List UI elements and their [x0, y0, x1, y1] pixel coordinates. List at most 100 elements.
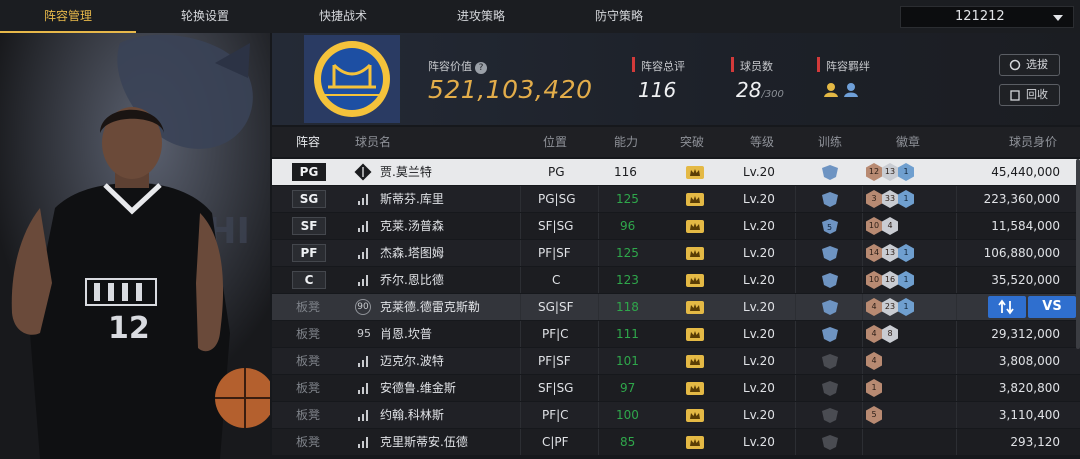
- player-name: 肖恩.坎普: [380, 327, 432, 341]
- top-tab-bar: 阵容管理 轮换设置 快捷战术 进攻策略 防守策略 121212: [0, 0, 1080, 33]
- player-ability: 96: [620, 219, 636, 233]
- col-position[interactable]: 位置: [543, 127, 567, 157]
- player-name: 约翰.科林斯: [380, 408, 444, 422]
- player-table: PG 贾.莫兰特 PG 116 Lv.20 12 13 1 45,440,000…: [272, 159, 1080, 459]
- table-row[interactable]: SF 克莱.汤普森 SF|SG 96 Lv.20 5 10 4 11,584,0…: [272, 213, 1080, 239]
- recycle-icon: [1010, 90, 1020, 101]
- player-ability: 85: [620, 435, 636, 449]
- bond-icons[interactable]: [823, 81, 865, 99]
- tab-offense-strategy[interactable]: 进攻策略: [412, 0, 550, 33]
- signal-icon: [358, 383, 368, 394]
- badge-legend: 1: [898, 298, 914, 316]
- badge-silver: 4: [882, 217, 898, 235]
- table-row[interactable]: PG 贾.莫兰特 PG 116 Lv.20 12 13 1 45,440,000: [272, 159, 1080, 185]
- slot-label: 板凳: [296, 327, 321, 341]
- player-name: 乔尔.恩比德: [380, 273, 444, 287]
- tab-lineup-management[interactable]: 阵容管理: [0, 0, 136, 33]
- player-level: Lv.20: [743, 165, 775, 179]
- player-level: Lv.20: [743, 381, 775, 395]
- badge-legend: 1: [898, 271, 914, 289]
- crown-icon: [686, 193, 704, 206]
- badge-bronze: 14: [866, 244, 882, 262]
- player-ability: 125: [616, 246, 639, 260]
- col-name[interactable]: 球员名: [355, 127, 391, 157]
- training-shield-icon: [822, 273, 838, 288]
- badge-bronze: 10: [866, 271, 882, 289]
- table-row[interactable]: 板凳 克里斯蒂安.伍德 C|PF 85 Lv.20 293,120: [272, 429, 1080, 455]
- badge-silver: 33: [882, 190, 898, 208]
- crown-icon: [686, 382, 704, 395]
- col-level[interactable]: 等级: [750, 127, 774, 157]
- jersey-num: 95: [357, 327, 371, 340]
- player-position: PG|SG: [538, 192, 576, 206]
- player-count: 28/300: [736, 78, 784, 102]
- player-position: SG|SF: [538, 300, 574, 314]
- crown-icon: [686, 274, 704, 287]
- crown-icon: [686, 166, 704, 179]
- training-shield-icon: [822, 246, 838, 261]
- team-select-dropdown[interactable]: 121212: [900, 6, 1074, 28]
- table-header: 阵容 球员名 位置 能力 突破 等级 训练 徽章 球员身价: [272, 127, 1080, 157]
- col-breakthrough[interactable]: 突破: [680, 127, 704, 157]
- col-training[interactable]: 训练: [818, 127, 842, 157]
- crown-icon: [686, 409, 704, 422]
- badge-legend: 1: [898, 244, 914, 262]
- slot-label: 板凳: [296, 381, 321, 395]
- tab-defense-strategy[interactable]: 防守策略: [550, 0, 688, 33]
- table-row[interactable]: 板凳 90 克莱德.德雷克斯勒 SG|SF 118 Lv.20 4 23 1 V…: [272, 294, 1080, 320]
- slot-label: 板凳: [296, 354, 321, 368]
- slot-badge: SG: [292, 190, 326, 208]
- table-row[interactable]: 板凳 约翰.科林斯 PF|C 100 Lv.20 5 3,110,400: [272, 402, 1080, 428]
- stat-marker: [731, 57, 734, 72]
- table-scrollbar[interactable]: [1076, 159, 1080, 349]
- crown-icon: [686, 301, 704, 314]
- swap-button[interactable]: [988, 296, 1026, 318]
- table-row[interactable]: SG 斯蒂芬.库里 PG|SG 125 Lv.20 3 33 1 223,360…: [272, 186, 1080, 212]
- badge-bronze: 5: [866, 406, 882, 424]
- recycle-button[interactable]: 回收: [999, 84, 1060, 106]
- badge-bronze: 4: [866, 298, 882, 316]
- player-portrait-art: PHI 12: [0, 33, 270, 459]
- badge-bronze: 10: [866, 217, 882, 235]
- table-row[interactable]: PF 杰森.塔图姆 PF|SF 125 Lv.20 14 13 1 106,88…: [272, 240, 1080, 266]
- table-row[interactable]: 板凳 安德鲁.维金斯 SF|SG 97 Lv.20 1 3,820,800: [272, 375, 1080, 401]
- help-icon[interactable]: ?: [475, 62, 487, 74]
- table-row[interactable]: 板凳 迈克尔.波特 PF|SF 101 Lv.20 4 3,808,000: [272, 348, 1080, 374]
- badge-bronze: 12: [866, 163, 882, 181]
- tab-quick-tactics[interactable]: 快捷战术: [274, 0, 412, 33]
- player-ability: 100: [616, 408, 639, 422]
- col-ability[interactable]: 能力: [614, 127, 638, 157]
- rank-diamond-icon: [354, 163, 372, 181]
- player-ability: 116: [614, 165, 637, 179]
- table-row[interactable]: 板凳 95 肖恩.坎普 PF|C 111 Lv.20 4 8 29,312,00…: [272, 321, 1080, 347]
- player-level: Lv.20: [743, 273, 775, 287]
- training-shield-icon: [822, 354, 838, 369]
- lineup-value-label: 阵容价值?: [428, 58, 487, 74]
- signal-icon: [358, 410, 368, 421]
- player-ability: 118: [616, 300, 639, 314]
- compare-vs-button[interactable]: VS: [1028, 296, 1076, 318]
- slot-badge: PF: [292, 244, 326, 262]
- training-shield-icon: [822, 381, 838, 396]
- slot-label: 板凳: [296, 300, 321, 314]
- table-row[interactable]: C 乔尔.恩比德 C 123 Lv.20 10 16 1 35,520,000: [272, 267, 1080, 293]
- stat-marker: [817, 57, 820, 72]
- tab-rotation-settings[interactable]: 轮换设置: [136, 0, 274, 33]
- badge-legend: 1: [898, 163, 914, 181]
- col-badges[interactable]: 徽章: [896, 127, 920, 157]
- player-ability: 123: [616, 273, 639, 287]
- lineup-summary: 阵容价值? 521,103,420 阵容总评 116 球员数 28/300 阵容…: [272, 33, 1080, 125]
- col-value[interactable]: 球员身价: [1009, 127, 1057, 157]
- col-slot[interactable]: 阵容: [296, 127, 320, 157]
- player-value: 35,520,000: [991, 273, 1060, 287]
- training-shield-icon: [822, 327, 838, 342]
- badge-bronze: 4: [866, 352, 882, 370]
- player-position: C|PF: [542, 435, 569, 449]
- player-value: 45,440,000: [991, 165, 1060, 179]
- player-level: Lv.20: [743, 435, 775, 449]
- player-value: 3,820,800: [998, 381, 1060, 395]
- player-position: PF|SF: [538, 246, 571, 260]
- slot-badge: SF: [292, 217, 326, 235]
- crown-icon: [686, 328, 704, 341]
- pick-button[interactable]: 选拔: [999, 54, 1060, 76]
